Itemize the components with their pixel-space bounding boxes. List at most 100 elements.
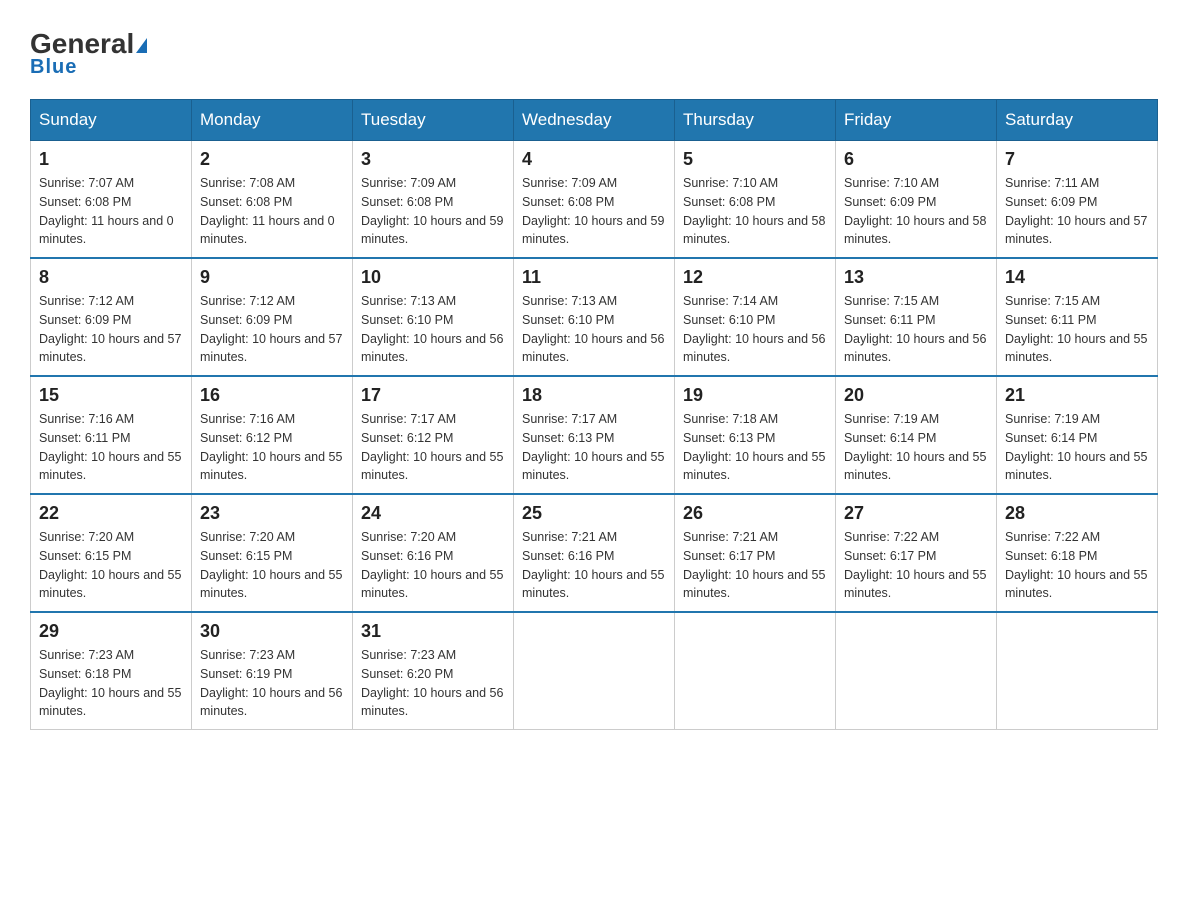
day-info: Sunrise: 7:16 AMSunset: 6:12 PMDaylight:… [200, 412, 342, 482]
day-number: 23 [200, 503, 344, 524]
calendar-day-cell: 16 Sunrise: 7:16 AMSunset: 6:12 PMDaylig… [192, 376, 353, 494]
day-info: Sunrise: 7:08 AMSunset: 6:08 PMDaylight:… [200, 176, 335, 246]
day-number: 26 [683, 503, 827, 524]
day-info: Sunrise: 7:19 AMSunset: 6:14 PMDaylight:… [844, 412, 986, 482]
calendar-day-cell: 10 Sunrise: 7:13 AMSunset: 6:10 PMDaylig… [353, 258, 514, 376]
calendar-week-row: 15 Sunrise: 7:16 AMSunset: 6:11 PMDaylig… [31, 376, 1158, 494]
day-number: 11 [522, 267, 666, 288]
day-of-week-header: Sunday [31, 100, 192, 141]
calendar-day-cell: 24 Sunrise: 7:20 AMSunset: 6:16 PMDaylig… [353, 494, 514, 612]
day-info: Sunrise: 7:17 AMSunset: 6:12 PMDaylight:… [361, 412, 503, 482]
day-number: 18 [522, 385, 666, 406]
day-number: 31 [361, 621, 505, 642]
calendar-day-cell: 22 Sunrise: 7:20 AMSunset: 6:15 PMDaylig… [31, 494, 192, 612]
calendar-day-cell: 31 Sunrise: 7:23 AMSunset: 6:20 PMDaylig… [353, 612, 514, 730]
calendar-day-cell: 21 Sunrise: 7:19 AMSunset: 6:14 PMDaylig… [997, 376, 1158, 494]
day-info: Sunrise: 7:11 AMSunset: 6:09 PMDaylight:… [1005, 176, 1147, 246]
calendar-day-cell: 11 Sunrise: 7:13 AMSunset: 6:10 PMDaylig… [514, 258, 675, 376]
day-number: 8 [39, 267, 183, 288]
day-info: Sunrise: 7:23 AMSunset: 6:19 PMDaylight:… [200, 648, 342, 718]
day-number: 22 [39, 503, 183, 524]
page-header: General Blue [30, 30, 1158, 79]
day-of-week-header: Monday [192, 100, 353, 141]
calendar-day-cell: 17 Sunrise: 7:17 AMSunset: 6:12 PMDaylig… [353, 376, 514, 494]
day-info: Sunrise: 7:16 AMSunset: 6:11 PMDaylight:… [39, 412, 181, 482]
day-number: 2 [200, 149, 344, 170]
calendar-day-cell: 20 Sunrise: 7:19 AMSunset: 6:14 PMDaylig… [836, 376, 997, 494]
calendar-day-cell: 7 Sunrise: 7:11 AMSunset: 6:09 PMDayligh… [997, 141, 1158, 259]
day-number: 24 [361, 503, 505, 524]
day-number: 4 [522, 149, 666, 170]
day-info: Sunrise: 7:15 AMSunset: 6:11 PMDaylight:… [844, 294, 986, 364]
day-number: 3 [361, 149, 505, 170]
day-info: Sunrise: 7:20 AMSunset: 6:15 PMDaylight:… [39, 530, 181, 600]
day-number: 17 [361, 385, 505, 406]
day-info: Sunrise: 7:19 AMSunset: 6:14 PMDaylight:… [1005, 412, 1147, 482]
calendar-day-cell [997, 612, 1158, 730]
calendar-day-cell: 27 Sunrise: 7:22 AMSunset: 6:17 PMDaylig… [836, 494, 997, 612]
day-info: Sunrise: 7:15 AMSunset: 6:11 PMDaylight:… [1005, 294, 1147, 364]
calendar-week-row: 1 Sunrise: 7:07 AMSunset: 6:08 PMDayligh… [31, 141, 1158, 259]
day-info: Sunrise: 7:09 AMSunset: 6:08 PMDaylight:… [361, 176, 503, 246]
day-number: 25 [522, 503, 666, 524]
calendar-day-cell: 30 Sunrise: 7:23 AMSunset: 6:19 PMDaylig… [192, 612, 353, 730]
day-info: Sunrise: 7:20 AMSunset: 6:15 PMDaylight:… [200, 530, 342, 600]
day-number: 12 [683, 267, 827, 288]
day-number: 16 [200, 385, 344, 406]
day-number: 15 [39, 385, 183, 406]
day-of-week-header: Tuesday [353, 100, 514, 141]
calendar-day-cell: 1 Sunrise: 7:07 AMSunset: 6:08 PMDayligh… [31, 141, 192, 259]
calendar-header-row: SundayMondayTuesdayWednesdayThursdayFrid… [31, 100, 1158, 141]
calendar-day-cell: 8 Sunrise: 7:12 AMSunset: 6:09 PMDayligh… [31, 258, 192, 376]
day-number: 9 [200, 267, 344, 288]
calendar-day-cell: 18 Sunrise: 7:17 AMSunset: 6:13 PMDaylig… [514, 376, 675, 494]
day-info: Sunrise: 7:12 AMSunset: 6:09 PMDaylight:… [200, 294, 342, 364]
calendar-day-cell [675, 612, 836, 730]
calendar-day-cell: 5 Sunrise: 7:10 AMSunset: 6:08 PMDayligh… [675, 141, 836, 259]
day-number: 20 [844, 385, 988, 406]
day-number: 21 [1005, 385, 1149, 406]
day-info: Sunrise: 7:20 AMSunset: 6:16 PMDaylight:… [361, 530, 503, 600]
day-info: Sunrise: 7:18 AMSunset: 6:13 PMDaylight:… [683, 412, 825, 482]
day-info: Sunrise: 7:10 AMSunset: 6:08 PMDaylight:… [683, 176, 825, 246]
calendar-day-cell: 12 Sunrise: 7:14 AMSunset: 6:10 PMDaylig… [675, 258, 836, 376]
day-number: 29 [39, 621, 183, 642]
day-info: Sunrise: 7:14 AMSunset: 6:10 PMDaylight:… [683, 294, 825, 364]
calendar-day-cell: 9 Sunrise: 7:12 AMSunset: 6:09 PMDayligh… [192, 258, 353, 376]
logo: General Blue [30, 30, 147, 79]
logo-blue-text: Blue [30, 56, 77, 79]
day-number: 6 [844, 149, 988, 170]
day-info: Sunrise: 7:21 AMSunset: 6:16 PMDaylight:… [522, 530, 664, 600]
day-info: Sunrise: 7:22 AMSunset: 6:18 PMDaylight:… [1005, 530, 1147, 600]
day-of-week-header: Wednesday [514, 100, 675, 141]
calendar-day-cell: 19 Sunrise: 7:18 AMSunset: 6:13 PMDaylig… [675, 376, 836, 494]
calendar-day-cell: 23 Sunrise: 7:20 AMSunset: 6:15 PMDaylig… [192, 494, 353, 612]
day-info: Sunrise: 7:12 AMSunset: 6:09 PMDaylight:… [39, 294, 181, 364]
calendar-day-cell: 13 Sunrise: 7:15 AMSunset: 6:11 PMDaylig… [836, 258, 997, 376]
day-info: Sunrise: 7:07 AMSunset: 6:08 PMDaylight:… [39, 176, 174, 246]
calendar-week-row: 22 Sunrise: 7:20 AMSunset: 6:15 PMDaylig… [31, 494, 1158, 612]
day-number: 19 [683, 385, 827, 406]
calendar-day-cell: 25 Sunrise: 7:21 AMSunset: 6:16 PMDaylig… [514, 494, 675, 612]
day-number: 30 [200, 621, 344, 642]
day-info: Sunrise: 7:10 AMSunset: 6:09 PMDaylight:… [844, 176, 986, 246]
logo-text: General [30, 30, 147, 58]
day-info: Sunrise: 7:09 AMSunset: 6:08 PMDaylight:… [522, 176, 664, 246]
day-of-week-header: Friday [836, 100, 997, 141]
day-number: 28 [1005, 503, 1149, 524]
calendar-week-row: 8 Sunrise: 7:12 AMSunset: 6:09 PMDayligh… [31, 258, 1158, 376]
calendar-day-cell: 6 Sunrise: 7:10 AMSunset: 6:09 PMDayligh… [836, 141, 997, 259]
calendar-day-cell: 4 Sunrise: 7:09 AMSunset: 6:08 PMDayligh… [514, 141, 675, 259]
day-info: Sunrise: 7:17 AMSunset: 6:13 PMDaylight:… [522, 412, 664, 482]
day-number: 14 [1005, 267, 1149, 288]
calendar-table: SundayMondayTuesdayWednesdayThursdayFrid… [30, 99, 1158, 730]
day-info: Sunrise: 7:13 AMSunset: 6:10 PMDaylight:… [522, 294, 664, 364]
day-number: 5 [683, 149, 827, 170]
day-info: Sunrise: 7:22 AMSunset: 6:17 PMDaylight:… [844, 530, 986, 600]
calendar-day-cell: 29 Sunrise: 7:23 AMSunset: 6:18 PMDaylig… [31, 612, 192, 730]
day-info: Sunrise: 7:21 AMSunset: 6:17 PMDaylight:… [683, 530, 825, 600]
calendar-day-cell: 26 Sunrise: 7:21 AMSunset: 6:17 PMDaylig… [675, 494, 836, 612]
day-number: 27 [844, 503, 988, 524]
day-info: Sunrise: 7:23 AMSunset: 6:18 PMDaylight:… [39, 648, 181, 718]
calendar-week-row: 29 Sunrise: 7:23 AMSunset: 6:18 PMDaylig… [31, 612, 1158, 730]
